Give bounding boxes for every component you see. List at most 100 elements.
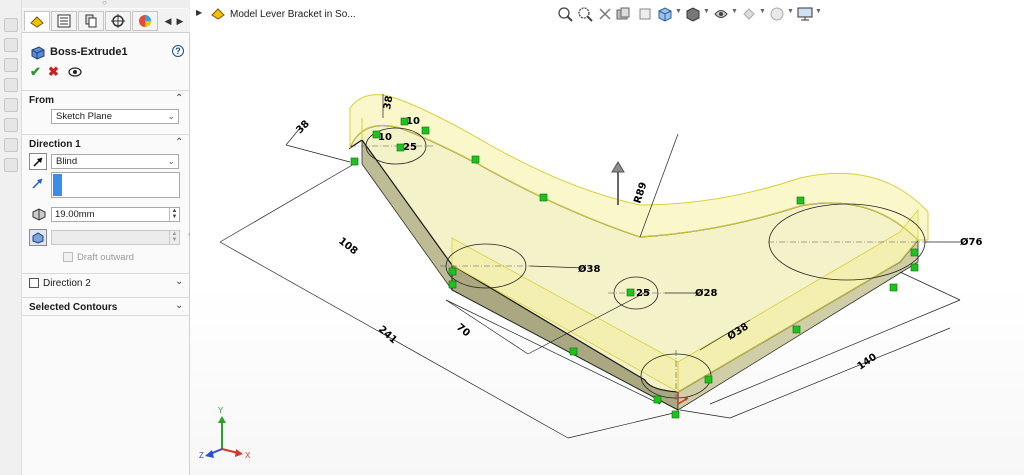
dimension-label[interactable]: 25 <box>636 288 650 299</box>
dimension-label[interactable]: 241 <box>376 324 399 346</box>
extrude-arrow-head-icon[interactable] <box>611 161 625 173</box>
relation-marker[interactable] <box>350 157 359 166</box>
dimension-label[interactable]: 70 <box>454 322 472 339</box>
draft-outward-label: Draft outward <box>77 252 135 263</box>
relation-marker[interactable] <box>889 283 898 292</box>
from-select[interactable]: Sketch Plane ⌄ <box>51 109 179 124</box>
expand-chevron-icon: ⌄ <box>175 300 184 311</box>
direction1-group-header[interactable]: Direction 1 ⌃ <box>22 134 190 152</box>
dimension-label[interactable]: 25 <box>403 142 417 153</box>
direction-selection-box[interactable] <box>51 172 180 198</box>
direction1-label: Direction 1 <box>29 139 81 150</box>
model-viewport[interactable]: 38 38 10 10 25 108 241 70 R89 Ø38 25 Ø28… <box>190 0 1024 475</box>
panel-grip[interactable]: ○ <box>22 0 190 8</box>
from-group-header[interactable]: From ⌃ <box>22 90 190 108</box>
collapse-chevron-icon: ⌃ <box>175 137 184 148</box>
extruded-cut-icon[interactable] <box>4 118 18 132</box>
dimension-label[interactable]: Ø76 <box>960 236 982 248</box>
relation-marker[interactable] <box>626 288 635 297</box>
dimxpert-icon <box>111 14 125 28</box>
feature-title-row: Boss-Extrude1 ? <box>30 44 184 60</box>
relation-marker[interactable] <box>448 280 457 289</box>
relation-marker[interactable] <box>400 117 409 126</box>
triad-z-arrow-icon <box>205 450 214 458</box>
draft-spinner[interactable]: ▲ ▼ <box>169 231 179 244</box>
feature-manager-icon <box>30 16 44 28</box>
relation-marker[interactable] <box>372 130 381 139</box>
direction2-group-header[interactable]: Direction 2 ⌄ <box>22 273 190 291</box>
preview-eye-icon[interactable] <box>68 67 82 77</box>
dimension-label[interactable]: Ø38 <box>578 263 600 275</box>
end-condition-select[interactable]: Blind ⌄ <box>51 154 179 169</box>
dimension-label[interactable]: 38 <box>294 118 312 136</box>
lofted-boss-icon[interactable] <box>4 78 18 92</box>
tab-feature-manager[interactable] <box>24 11 50 31</box>
tabs-scroll-left-icon[interactable]: ◀ <box>163 13 173 29</box>
relation-marker[interactable] <box>704 375 713 384</box>
reverse-direction-icon <box>33 156 43 167</box>
relation-marker[interactable] <box>792 325 801 334</box>
dimension-label[interactable]: 108 <box>336 236 359 258</box>
draft-outward-checkbox[interactable] <box>63 252 73 262</box>
direction2-checkbox[interactable] <box>29 278 39 288</box>
draft-angle-input[interactable]: ▲ ▼ <box>51 230 180 245</box>
reverse-direction-button[interactable] <box>29 153 47 170</box>
relation-marker[interactable] <box>671 410 680 419</box>
revolved-boss-icon[interactable] <box>4 38 18 52</box>
dimension-label[interactable]: Ø28 <box>695 287 717 299</box>
feature-title: Boss-Extrude1 <box>50 46 128 58</box>
relation-marker[interactable] <box>471 155 480 164</box>
ok-check-icon[interactable]: ✔ <box>30 64 41 80</box>
triad-z-label: Z <box>199 451 204 460</box>
expand-chevron-icon: ⌄ <box>175 276 184 287</box>
relation-marker[interactable] <box>569 347 578 356</box>
relation-marker[interactable] <box>653 395 662 404</box>
draft-icon <box>32 231 44 244</box>
from-label: From <box>29 95 54 106</box>
triad-y-label: Y <box>218 406 224 415</box>
depth-value: 19.00mm <box>55 209 95 220</box>
tab-configuration-manager[interactable] <box>78 11 104 31</box>
selected-contours-group-header[interactable]: Selected Contours ⌄ <box>22 297 190 315</box>
tabs-scroll-right-icon[interactable]: ▶ <box>175 13 185 29</box>
direction2-label: Direction 2 <box>43 278 91 289</box>
swept-boss-icon[interactable] <box>4 58 18 72</box>
cancel-x-icon[interactable]: ✖ <box>48 64 59 80</box>
boundary-boss-icon[interactable] <box>4 98 18 112</box>
relation-marker[interactable] <box>796 196 805 205</box>
tab-property-manager[interactable] <box>51 11 77 31</box>
collapse-chevron-icon: ⌃ <box>175 93 184 104</box>
revolved-cut-icon[interactable] <box>4 158 18 172</box>
depth-icon <box>32 208 46 221</box>
dimension-label[interactable]: 140 <box>856 352 879 373</box>
graphics-area[interactable]: ▶ Model Lever Bracket in So... ▼ ▼ ▼ ▼ ▼… <box>190 0 1024 475</box>
relation-marker[interactable] <box>910 263 919 272</box>
relation-marker[interactable] <box>396 143 405 152</box>
help-icon[interactable]: ? <box>172 45 184 57</box>
hole-wizard-icon[interactable] <box>4 138 18 152</box>
property-manager-panel: ○ ◀ ▶ Boss-Extrude1 ? ✔ ✖ From ⌃ Sketch … <box>22 0 193 475</box>
relation-marker[interactable] <box>539 193 548 202</box>
depth-input[interactable]: 19.00mm ▲ ▼ <box>51 207 180 222</box>
reference-triad: Y X Z <box>199 406 251 460</box>
chevron-down-icon: ⌄ <box>167 156 175 166</box>
display-manager-icon <box>139 15 151 27</box>
manager-tabs: ◀ ▶ <box>22 9 190 33</box>
property-manager-icon <box>57 14 71 28</box>
direction-vector-icon <box>32 178 43 189</box>
relation-marker[interactable] <box>448 267 457 276</box>
draft-toggle-button[interactable] <box>29 229 47 246</box>
triad-x-arrow-icon <box>235 449 243 457</box>
end-condition-value: Blind <box>56 156 78 167</box>
relation-marker[interactable] <box>910 248 919 257</box>
dimension-label[interactable]: R89 <box>632 181 649 205</box>
triad-x-label: X <box>245 451 251 460</box>
extruded-boss-icon[interactable] <box>4 18 18 32</box>
depth-spinner[interactable]: ▲ ▼ <box>169 208 179 221</box>
tab-dimxpert-manager[interactable] <box>105 11 131 31</box>
configuration-manager-icon <box>85 14 97 28</box>
divider <box>22 315 190 316</box>
tab-display-manager[interactable] <box>132 11 158 31</box>
relation-marker[interactable] <box>421 126 430 135</box>
boss-extrude-icon <box>31 46 45 60</box>
